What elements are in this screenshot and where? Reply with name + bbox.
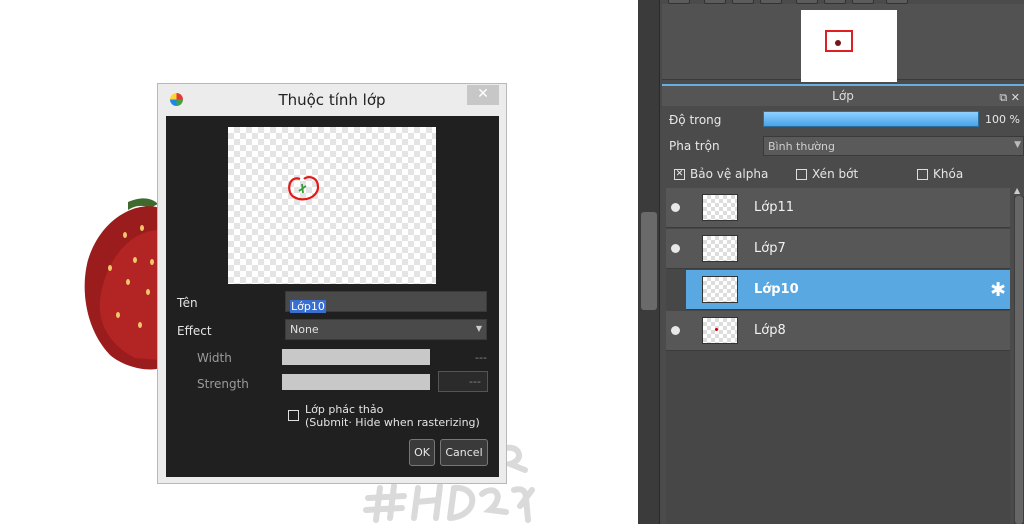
layer-name: Lớp10 xyxy=(754,282,799,297)
visibility-toggle-empty[interactable] xyxy=(666,270,686,310)
sketch-layer-label: Lớp phác thảo (Submit· Hide when rasteri… xyxy=(305,403,480,429)
scroll-up-icon[interactable]: ▲ xyxy=(1014,186,1020,195)
dialog-titlebar[interactable]: Thuộc tính lớp ✕ xyxy=(158,84,506,116)
layer-panel-title: Lớp ⧉ ✕ xyxy=(662,84,1024,106)
clipping-label: Xén bớt xyxy=(812,167,859,181)
ok-button[interactable]: OK xyxy=(409,439,435,466)
layer-name-value: Lớp10 xyxy=(290,300,326,313)
blend-mode-select[interactable]: Bình thường ▼ xyxy=(763,136,1024,156)
strength-value-box: --- xyxy=(438,371,488,392)
layer-preview xyxy=(228,127,436,284)
layer-list-scrollbar[interactable] xyxy=(1014,196,1024,524)
width-value: --- xyxy=(475,351,487,364)
effect-select[interactable]: None ▼ xyxy=(285,319,487,340)
dialog-body: Tên Lớp10 Effect None ▼ Width --- Streng… xyxy=(166,116,499,477)
dock-scrollbar[interactable] xyxy=(638,0,660,524)
navigator-dot xyxy=(835,40,841,46)
layer-thumbnail-dot xyxy=(715,328,718,331)
dock-scrollbar-thumb[interactable] xyxy=(641,212,657,310)
layer-properties-dialog: Thuộc tính lớp ✕ Tên Lớp10 Effect None ▼… xyxy=(157,83,507,484)
navigator-thumbnail[interactable] xyxy=(801,10,897,82)
layer-thumbnail xyxy=(702,235,738,262)
layer-panel-title-text: Lớp xyxy=(832,89,854,103)
opacity-slider[interactable] xyxy=(763,111,979,127)
protect-alpha-checkbox[interactable]: ✕ Bảo vệ alpha xyxy=(674,167,768,181)
layer-name-input[interactable]: Lớp10 xyxy=(285,291,487,313)
strength-value: --- xyxy=(469,375,481,388)
effect-value: None xyxy=(290,323,319,336)
opacity-label: Độ trong xyxy=(669,113,722,127)
width-slider-disabled xyxy=(282,349,430,365)
layer-row-selected[interactable]: Lớp10 ✱ xyxy=(666,270,1010,310)
panel-popout-icon[interactable]: ⧉ ✕ xyxy=(999,88,1020,108)
layer-name: Lớp11 xyxy=(754,200,794,215)
checkbox-checked-icon[interactable]: ✕ xyxy=(674,168,685,180)
width-label: Width xyxy=(197,351,232,365)
eye-icon[interactable] xyxy=(671,244,680,253)
eye-icon[interactable] xyxy=(671,326,680,335)
dialog-title: Thuộc tính lớp xyxy=(278,91,386,109)
layer-name: Lớp7 xyxy=(754,241,786,256)
close-icon[interactable]: ✕ xyxy=(467,85,499,105)
chevron-down-icon: ▼ xyxy=(475,324,482,333)
effect-label: Effect xyxy=(177,324,212,338)
layer-thumbnail xyxy=(702,317,738,344)
chevron-down-icon: ▼ xyxy=(1014,140,1021,150)
cancel-button[interactable]: Cancel xyxy=(440,439,488,466)
layer-list-scrollbar-thumb[interactable] xyxy=(1015,196,1023,524)
opacity-value: 100 % xyxy=(985,113,1020,126)
layer-row[interactable]: Lớp8 xyxy=(666,311,1010,351)
layer-list[interactable]: Lớp11 Lớp7 Lớp10 ✱ Lớp8 xyxy=(666,188,1010,524)
sketch-layer-label-line2: (Submit· Hide when rasterizing) xyxy=(305,416,480,429)
sketch-layer-checkbox[interactable] xyxy=(288,410,299,421)
name-label: Tên xyxy=(177,296,198,310)
lock-label: Khóa xyxy=(933,167,964,181)
checkbox-icon[interactable] xyxy=(796,168,807,180)
sketch-layer-label-line1: Lớp phác thảo xyxy=(305,403,384,416)
protect-alpha-label: Bảo vệ alpha xyxy=(690,167,769,181)
layer-name: Lớp8 xyxy=(754,323,786,338)
navigator-panel[interactable] xyxy=(662,4,1024,82)
layer-row[interactable]: Lớp7 xyxy=(666,229,1010,269)
layer-row[interactable]: Lớp11 xyxy=(666,188,1010,228)
layer-dock-content: Lớp ⧉ ✕ Độ trong 100 % Pha trộn Bình thư… xyxy=(662,0,1024,524)
checkbox-icon[interactable] xyxy=(917,168,928,180)
layer-thumbnail xyxy=(702,194,738,221)
preview-sketch xyxy=(288,176,320,201)
strength-label: Strength xyxy=(197,377,249,391)
blend-mode-value: Bình thường xyxy=(768,140,835,153)
blend-label: Pha trộn xyxy=(669,139,720,153)
gear-icon[interactable]: ✱ xyxy=(990,279,1006,301)
lock-checkbox[interactable]: Khóa xyxy=(917,167,963,181)
eye-icon[interactable] xyxy=(671,203,680,212)
clipping-checkbox[interactable]: Xén bớt xyxy=(796,167,858,181)
strength-slider-disabled xyxy=(282,374,430,390)
layer-thumbnail xyxy=(702,276,738,303)
navigator-view-rect[interactable] xyxy=(825,30,853,52)
